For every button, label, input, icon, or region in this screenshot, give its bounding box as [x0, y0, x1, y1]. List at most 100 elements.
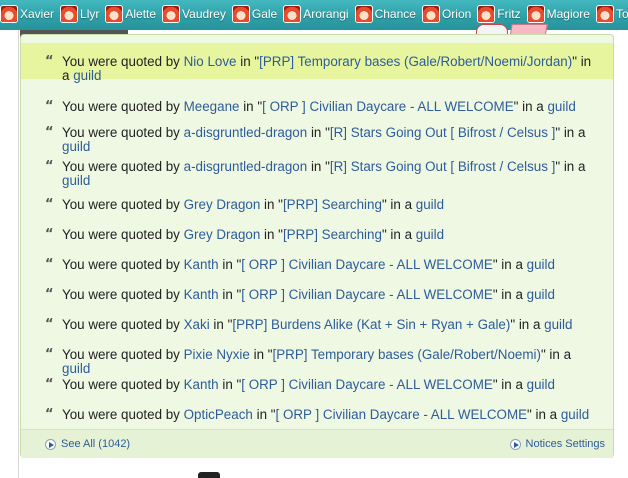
user-link[interactable]: Xaki: [184, 317, 210, 332]
notice-prefix: You were quoted by: [62, 287, 180, 302]
friend-item[interactable]: Tol: [595, 3, 628, 25]
user-link[interactable]: Pixie Nyxie: [184, 347, 250, 362]
friend-item[interactable]: Alette: [105, 3, 162, 25]
guild-link[interactable]: guild: [527, 377, 555, 392]
friend-item[interactable]: Arorangi: [283, 3, 354, 25]
notice-prefix: You were quoted by: [62, 54, 180, 69]
notice-row: “You were quoted by Pixie Nyxie in "[PRP…: [45, 347, 572, 376]
friend-name: Gale: [251, 7, 278, 21]
thread-link[interactable]: [ ORP ] Civilian Daycare - ALL WELCOME: [241, 377, 493, 392]
thread-link[interactable]: [R] Stars Going Out [ Bifrost / Celsus ]: [330, 125, 555, 140]
user-link[interactable]: Kanth: [184, 257, 219, 272]
friend-avatar-icon: [477, 5, 496, 23]
notice-in: in: [264, 227, 275, 242]
user-link[interactable]: Grey Dragon: [184, 227, 261, 242]
user-link[interactable]: Meegane: [184, 99, 240, 114]
thread-link[interactable]: [ ORP ] Civilian Daycare - ALL WELCOME: [241, 287, 493, 302]
thread-link[interactable]: [PRP] Searching: [283, 197, 382, 212]
notice-prefix: You were quoted by: [62, 377, 180, 392]
notice-in-a: in a: [501, 287, 523, 302]
notice-row: “You were quoted by Kanth in "[ ORP ] Ci…: [45, 377, 555, 392]
thread-link[interactable]: [R] Stars Going Out [ Bifrost / Celsus ]: [330, 159, 555, 174]
friend-item[interactable]: Orion: [421, 3, 477, 25]
notice-row: “You were quoted by Kanth in "[ ORP ] Ci…: [45, 257, 555, 272]
friend-avatar-icon: [354, 5, 373, 23]
notice-row: “You were quoted by OpticPeach in "[ ORP…: [45, 407, 590, 422]
friend-name: Tol: [615, 7, 628, 21]
quote-icon: “: [45, 125, 54, 140]
guild-link[interactable]: guild: [73, 68, 101, 83]
user-link[interactable]: Kanth: [184, 287, 219, 302]
friend-item[interactable]: Gale: [231, 3, 283, 25]
user-link[interactable]: a-disgruntled-dragon: [184, 159, 308, 174]
notice-in-a: in a: [535, 407, 558, 422]
notice-prefix: You were quoted by: [62, 227, 180, 242]
friend-name: Chance: [374, 7, 416, 21]
guild-link[interactable]: guild: [547, 99, 575, 114]
notice-row: “ You were quoted by a-disgruntled-dragon…: [45, 159, 586, 188]
guild-link[interactable]: guild: [544, 317, 572, 332]
notices-panel: “You were quoted by Nio Love in "[PRP] T…: [20, 34, 614, 458]
notice-row: “You were quoted by Kanth in "[ ORP ] Ci…: [45, 287, 555, 302]
quote-icon: “: [45, 197, 54, 212]
quote-icon: “: [45, 257, 54, 272]
thread-link[interactable]: [PRP] Temporary bases (Gale/Robert/Noemi…: [259, 54, 572, 69]
friend-avatar-icon: [0, 5, 18, 23]
friend-item[interactable]: Fritz: [477, 3, 526, 25]
quote-icon: “: [45, 159, 54, 174]
friend-item[interactable]: Chance: [354, 3, 422, 25]
notice-in-a: in a: [522, 99, 544, 114]
notice-in-a: in a: [563, 159, 586, 174]
play-arrow-icon: [509, 438, 521, 450]
notice-row: “You were quoted by Meegane in "[ ORP ] …: [45, 99, 576, 114]
notice-prefix: You were quoted by: [62, 347, 180, 362]
guild-link[interactable]: guild: [416, 227, 444, 242]
guild-link[interactable]: guild: [561, 407, 589, 422]
friend-item[interactable]: Llyr: [60, 3, 105, 25]
user-link[interactable]: Grey Dragon: [184, 197, 261, 212]
see-all-button[interactable]: See All (1042): [45, 438, 130, 450]
quote-icon: “: [45, 347, 54, 362]
friend-avatar-icon: [105, 5, 124, 23]
notice-in-a: in a: [549, 347, 572, 362]
notice-in-a: in a: [390, 227, 413, 242]
thread-link[interactable]: [PRP] Burdens Alike (Kat + Sin + Ryan + …: [232, 317, 510, 332]
friend-avatar-icon: [526, 5, 545, 23]
guild-link[interactable]: guild: [62, 173, 90, 188]
user-link[interactable]: OpticPeach: [184, 407, 253, 422]
notice-row: “ You were quoted by a-disgruntled-dragon…: [45, 125, 586, 154]
notices-settings-label: Notices Settings: [525, 438, 605, 450]
thread-link[interactable]: [PRP] Searching: [283, 227, 382, 242]
friend-item[interactable]: Vaudrey: [162, 3, 232, 25]
friend-avatar-icon: [283, 5, 302, 23]
notice-prefix: You were quoted by: [62, 407, 180, 422]
friend-avatar-icon: [60, 5, 79, 23]
friend-name: Vaudrey: [182, 7, 226, 21]
user-link[interactable]: Kanth: [184, 377, 219, 392]
friend-avatar-icon: [162, 5, 181, 23]
friend-item[interactable]: Magiore: [526, 3, 596, 25]
quote-icon: “: [45, 99, 54, 114]
thread-link[interactable]: [ ORP ] Civilian Daycare - ALL WELCOME: [262, 99, 514, 114]
user-link[interactable]: Nio Love: [184, 54, 237, 69]
notice-in: in: [243, 99, 254, 114]
notice-in: in: [264, 197, 275, 212]
notice-in: in: [222, 287, 233, 302]
guild-link[interactable]: guild: [527, 257, 555, 272]
notices-settings-button[interactable]: Notices Settings: [509, 438, 605, 450]
see-all-label: See All (1042): [61, 438, 131, 450]
thread-link[interactable]: [ ORP ] Civilian Daycare - ALL WELCOME: [241, 257, 493, 272]
quote-icon: “: [45, 377, 54, 392]
guild-link[interactable]: guild: [416, 197, 444, 212]
left-sidebar-edge: [0, 30, 19, 478]
user-link[interactable]: a-disgruntled-dragon: [184, 125, 308, 140]
thread-link[interactable]: [ ORP ] Civilian Daycare - ALL WELCOME: [276, 407, 528, 422]
notice-in-a: in a: [518, 317, 541, 332]
thread-link[interactable]: [PRP] Temporary bases (Gale/Robert/Noemi…: [273, 347, 541, 362]
notice-prefix: You were quoted by: [62, 317, 180, 332]
guild-link[interactable]: guild: [527, 287, 555, 302]
guild-link[interactable]: guild: [62, 139, 90, 154]
friend-item[interactable]: Xavier: [0, 3, 60, 25]
notice-in: in: [310, 125, 322, 140]
notice-prefix: You were quoted by: [62, 197, 180, 212]
